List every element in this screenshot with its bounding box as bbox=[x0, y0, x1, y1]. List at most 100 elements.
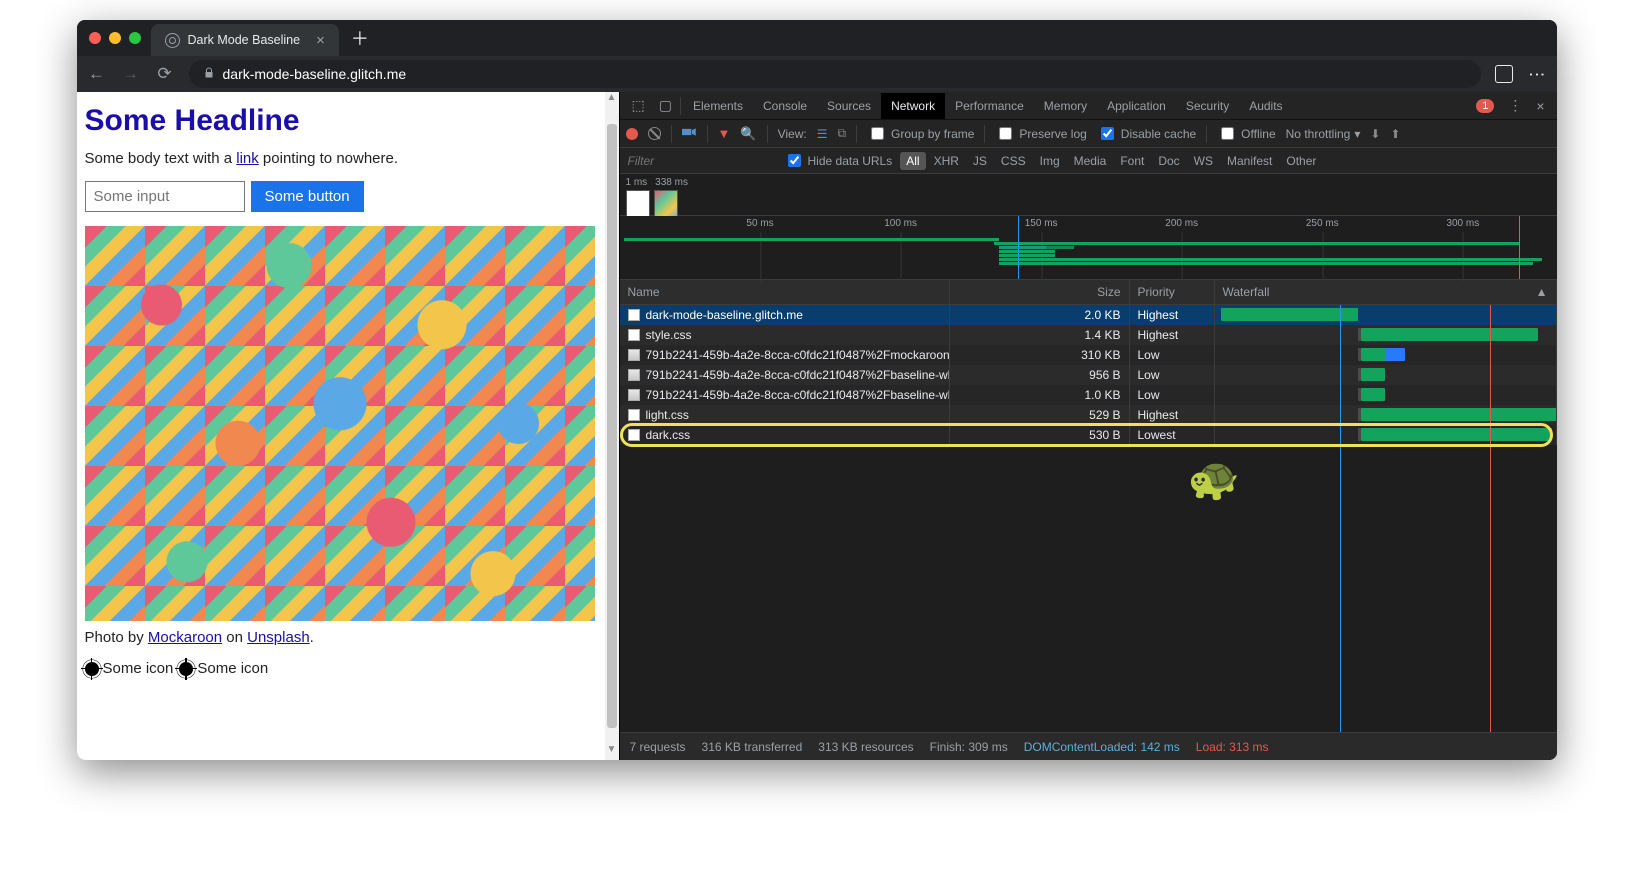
devtools-menu-icon[interactable]: ⋮ bbox=[1502, 97, 1528, 114]
filter-input[interactable] bbox=[626, 153, 776, 169]
filter-chip-media[interactable]: Media bbox=[1068, 152, 1113, 170]
search-icon[interactable]: 🔍 bbox=[740, 126, 756, 142]
filter-chip-css[interactable]: CSS bbox=[995, 152, 1032, 170]
icons-row: Some icon Some icon bbox=[85, 660, 597, 677]
view-large-icon[interactable]: ⧉ bbox=[837, 126, 846, 141]
network-row[interactable]: 791b2241-459b-4a2e-8cca-c0fdc21f0487%2Fb… bbox=[620, 385, 1557, 405]
minimize-window-button[interactable] bbox=[109, 32, 121, 44]
file-size: 1.4 KB bbox=[950, 324, 1130, 346]
devtools-tab-memory[interactable]: Memory bbox=[1034, 93, 1097, 119]
timeline[interactable]: 50 ms100 ms150 ms200 ms250 ms300 ms bbox=[620, 216, 1557, 280]
browser-menu-button[interactable]: ⋮ bbox=[1527, 66, 1547, 83]
col-size[interactable]: Size bbox=[950, 280, 1130, 304]
col-waterfall[interactable]: Waterfall▲ bbox=[1215, 280, 1557, 304]
page-photo bbox=[85, 226, 595, 621]
offline-checkbox[interactable]: Offline bbox=[1217, 124, 1275, 143]
export-har-icon[interactable]: ⬆ bbox=[1390, 127, 1400, 141]
preserve-log-checkbox[interactable]: Preserve log bbox=[995, 124, 1086, 143]
filter-chip-doc[interactable]: Doc bbox=[1152, 152, 1185, 170]
close-tab-icon[interactable]: × bbox=[316, 32, 325, 49]
network-row[interactable]: 791b2241-459b-4a2e-8cca-c0fdc21f0487%2Fm… bbox=[620, 345, 1557, 365]
col-name[interactable]: Name bbox=[620, 280, 950, 304]
error-count-badge[interactable]: 1 bbox=[1476, 99, 1494, 113]
filter-chip-xhr[interactable]: XHR bbox=[928, 152, 965, 170]
page-link[interactable]: link bbox=[236, 150, 259, 167]
file-icon bbox=[628, 369, 640, 381]
file-icon bbox=[628, 329, 640, 341]
devtools-tab-network[interactable]: Network bbox=[881, 93, 945, 119]
devtools-tab-elements[interactable]: Elements bbox=[683, 93, 753, 119]
waterfall-cell bbox=[1215, 365, 1557, 385]
network-table-header: Name Size Priority Waterfall▲ bbox=[620, 280, 1557, 305]
disable-cache-checkbox[interactable]: Disable cache bbox=[1097, 124, 1196, 143]
turtle-emoji: 🐢 bbox=[1188, 455, 1240, 504]
file-name: style.css bbox=[646, 328, 692, 342]
record-button[interactable] bbox=[626, 128, 638, 140]
filter-chip-img[interactable]: Img bbox=[1034, 152, 1066, 170]
page-primary-button[interactable]: Some button bbox=[251, 181, 364, 212]
hide-data-urls-checkbox[interactable]: Hide data URLs bbox=[784, 151, 893, 170]
devtools-tab-sources[interactable]: Sources bbox=[817, 93, 881, 119]
forward-button[interactable]: → bbox=[121, 64, 141, 84]
browser-tab[interactable]: Dark Mode Baseline × bbox=[151, 24, 339, 56]
devtools-tab-audits[interactable]: Audits bbox=[1239, 93, 1292, 119]
group-by-frame-checkbox[interactable]: Group by frame bbox=[867, 124, 974, 143]
url-bar[interactable]: dark-mode-baseline.glitch.me bbox=[189, 60, 1481, 88]
device-toggle-icon[interactable]: ▢ bbox=[653, 97, 678, 114]
reload-button[interactable]: ⟳ bbox=[155, 64, 175, 84]
import-har-icon[interactable]: ⬇ bbox=[1370, 127, 1380, 141]
network-row[interactable]: dark-mode-baseline.glitch.me2.0 KBHighes… bbox=[620, 305, 1557, 325]
sb-load: Load: 313 ms bbox=[1196, 740, 1269, 754]
inspect-element-icon[interactable]: ⬚ bbox=[626, 97, 651, 114]
file-name: 791b2241-459b-4a2e-8cca-c0fdc21f0487%2Fb… bbox=[646, 388, 950, 402]
back-button[interactable]: ← bbox=[87, 64, 107, 84]
page-scrollbar[interactable]: ▲▼ bbox=[605, 92, 619, 760]
file-icon bbox=[628, 409, 640, 421]
overview-strip[interactable]: 1 ms338 ms bbox=[620, 174, 1557, 216]
title-bar: Dark Mode Baseline × ＋ bbox=[77, 20, 1557, 56]
devtools-tab-console[interactable]: Console bbox=[753, 93, 817, 119]
network-row[interactable]: style.css 1.4 KBHighest bbox=[620, 325, 1557, 345]
window-controls bbox=[89, 32, 141, 44]
sun-icon bbox=[179, 662, 193, 676]
credit-site-link[interactable]: Unsplash bbox=[247, 629, 310, 646]
timeline-tick: 150 ms bbox=[1025, 218, 1058, 229]
filter-chip-js[interactable]: JS bbox=[967, 152, 993, 170]
devtools-tab-performance[interactable]: Performance bbox=[945, 93, 1034, 119]
extension-icon[interactable] bbox=[1495, 65, 1513, 83]
page-text-input[interactable] bbox=[85, 181, 245, 212]
waterfall-cell bbox=[1215, 305, 1557, 325]
file-size: 2.0 KB bbox=[950, 305, 1130, 326]
screenshot-icon[interactable] bbox=[682, 126, 697, 141]
new-tab-button[interactable]: ＋ bbox=[339, 25, 381, 51]
file-priority: Low bbox=[1130, 344, 1215, 366]
view-list-icon[interactable]: ☰ bbox=[817, 127, 828, 141]
timeline-tick: 300 ms bbox=[1446, 218, 1479, 229]
col-priority[interactable]: Priority bbox=[1130, 280, 1215, 304]
network-row[interactable]: 791b2241-459b-4a2e-8cca-c0fdc21f0487%2Fb… bbox=[620, 365, 1557, 385]
photo-credit: Photo by Mockaroon on Unsplash. bbox=[85, 629, 597, 646]
devtools-tabs: ⬚ ▢ ElementsConsoleSourcesNetworkPerform… bbox=[620, 92, 1557, 120]
filter-chip-ws[interactable]: WS bbox=[1188, 152, 1219, 170]
network-row[interactable]: dark.css530 BLowest bbox=[620, 425, 1557, 445]
devtools-tab-application[interactable]: Application bbox=[1097, 93, 1176, 119]
file-priority: Highest bbox=[1130, 324, 1215, 346]
credit-author-link[interactable]: Mockaroon bbox=[148, 629, 222, 646]
browser-window: Dark Mode Baseline × ＋ ← → ⟳ dark-mode-b… bbox=[77, 20, 1557, 760]
filter-chip-all[interactable]: All bbox=[900, 152, 925, 170]
network-row[interactable]: light.css529 BHighest bbox=[620, 405, 1557, 425]
filter-toggle-icon[interactable]: ▼ bbox=[718, 126, 731, 141]
filter-chip-font[interactable]: Font bbox=[1114, 152, 1150, 170]
devtools-tab-security[interactable]: Security bbox=[1176, 93, 1239, 119]
sb-finish: Finish: 309 ms bbox=[930, 740, 1008, 754]
clear-button[interactable] bbox=[648, 127, 661, 140]
close-window-button[interactable] bbox=[89, 32, 101, 44]
filter-chip-other[interactable]: Other bbox=[1280, 152, 1322, 170]
throttling-select[interactable]: No throttling ▾ bbox=[1286, 127, 1361, 141]
waterfall-cell bbox=[1215, 385, 1557, 405]
close-devtools-icon[interactable]: × bbox=[1530, 98, 1550, 114]
filter-chip-manifest[interactable]: Manifest bbox=[1221, 152, 1278, 170]
file-priority: Highest bbox=[1130, 305, 1215, 326]
maximize-window-button[interactable] bbox=[129, 32, 141, 44]
sb-transferred: 316 KB transferred bbox=[702, 740, 803, 754]
